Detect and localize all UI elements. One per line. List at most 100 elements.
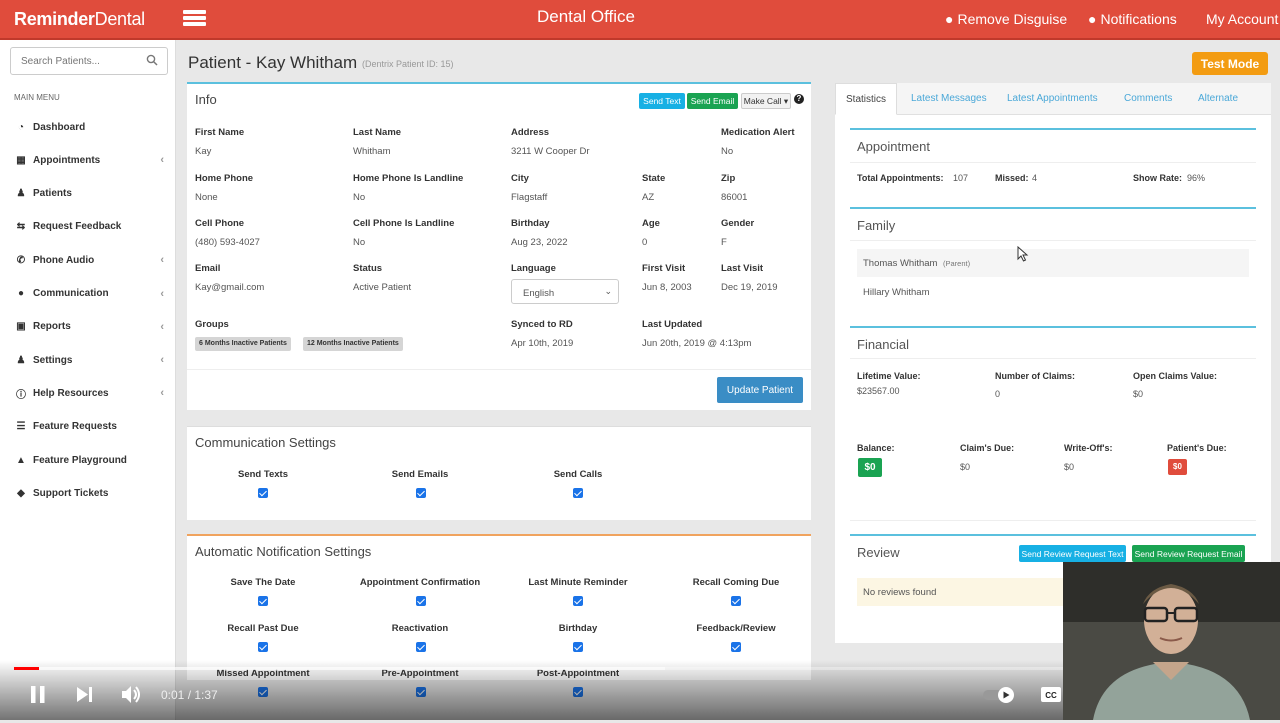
language-select-value: English: [523, 288, 555, 299]
family-row[interactable]: Thomas Whitham (Parent): [857, 249, 1249, 277]
sidebar-item-feature-playground[interactable]: ▲ Feature Playground: [0, 446, 176, 474]
send-emails-checkbox[interactable]: [416, 488, 426, 498]
notifications-link[interactable]: ● Notifications: [1088, 11, 1177, 27]
mouse-cursor-icon: [1017, 246, 1029, 262]
address-label: Address: [511, 127, 550, 138]
first-name-label: First Name: [195, 127, 245, 138]
group-tag: 12 Months Inactive Patients: [303, 337, 403, 351]
no-reviews-alert: No reviews found: [857, 578, 1067, 606]
help-icon[interactable]: ?: [794, 94, 804, 104]
notification-setting-checkbox[interactable]: [258, 596, 268, 606]
send-calls-label: Send Calls: [553, 469, 603, 480]
tab-statistics[interactable]: Statistics: [835, 83, 898, 115]
cell-landline-label: Cell Phone Is Landline: [353, 218, 455, 229]
gender-value: F: [721, 237, 727, 248]
test-mode-button[interactable]: Test Mode: [1192, 52, 1268, 75]
info-heading: Info: [195, 92, 217, 107]
groups-label: Groups: [195, 319, 229, 330]
office-name: Dental Office: [537, 7, 635, 26]
number-of-claims-label: Number of Claims:: [995, 371, 1076, 381]
captions-icon[interactable]: CC: [1040, 686, 1062, 703]
app-logo[interactable]: ReminderDental: [14, 9, 145, 30]
sidebar-item-support-tickets[interactable]: ◆ Support Tickets: [0, 479, 176, 507]
tab-comments[interactable]: Comments: [1124, 83, 1172, 115]
sidebar-item-label: Feature Requests: [33, 421, 117, 433]
family-member-name: Thomas Whitham: [863, 258, 938, 269]
divider: [850, 358, 1256, 359]
show-rate-value: 96%: [1187, 173, 1206, 183]
language-label: Language: [511, 263, 556, 274]
sidebar-item-dashboard[interactable]: ◔ Dashboard: [0, 113, 176, 141]
stats-tabs: Statistics Latest Messages Latest Appoin…: [835, 83, 1271, 115]
users-icon: ♟: [16, 188, 26, 200]
no-reviews-text: No reviews found: [863, 587, 937, 598]
send-email-button[interactable]: Send Email: [687, 93, 738, 109]
chevron-left-icon: ‹: [160, 354, 164, 367]
chevron-left-icon: ‹: [160, 154, 164, 167]
sidebar-item-label: Request Feedback: [33, 221, 122, 233]
send-review-text-button[interactable]: Send Review Request Text: [1019, 545, 1126, 562]
info-card: [187, 82, 811, 410]
sidebar-item-patients[interactable]: ♟ Patients: [0, 180, 176, 208]
volume-icon[interactable]: [121, 685, 143, 704]
medication-alert-label: Medication Alert: [721, 127, 795, 138]
sidebar-item-request-feedback[interactable]: ⇆ Request Feedback: [0, 213, 176, 241]
notification-setting-checkbox[interactable]: [573, 596, 583, 606]
family-member-name[interactable]: Hillary Whitham: [863, 287, 930, 298]
update-patient-button[interactable]: Update Patient: [717, 377, 803, 403]
send-texts-checkbox[interactable]: [258, 488, 268, 498]
notification-setting-checkbox[interactable]: [416, 641, 426, 652]
notification-setting-checkbox[interactable]: [258, 641, 268, 652]
sidebar-item-label: Reports: [33, 321, 71, 333]
user-icon: ♟: [16, 354, 26, 366]
menu-toggle-icon[interactable]: [183, 10, 206, 30]
video-progress-bar[interactable]: [14, 667, 40, 670]
search-icon[interactable]: [146, 54, 158, 66]
gender-label: Gender: [721, 218, 755, 229]
chevron-left-icon: ‹: [160, 254, 164, 267]
birthday-value: Aug 23, 2022: [511, 237, 568, 248]
sidebar-item-appointments[interactable]: ▦ Appointments ‹: [0, 146, 176, 174]
sidebar-item-settings[interactable]: ♟ Settings ‹: [0, 346, 176, 374]
my-account-link[interactable]: My Account: [1206, 11, 1278, 27]
next-video-icon[interactable]: [75, 686, 95, 703]
tab-latest-appointments[interactable]: Latest Appointments: [1007, 83, 1098, 115]
notification-setting-checkbox[interactable]: [573, 641, 583, 652]
total-appointments-label: Total Appointments:: [857, 173, 944, 183]
zip-value: 86001: [721, 192, 748, 203]
sidebar-item-reports[interactable]: ▣ Reports ‹: [0, 313, 176, 341]
notification-setting-checkbox[interactable]: [416, 596, 426, 606]
state-value: AZ: [642, 192, 655, 203]
group-tag: 6 Months Inactive Patients: [195, 337, 291, 351]
send-calls-checkbox[interactable]: [573, 488, 583, 498]
send-emails-label: Send Emails: [391, 469, 449, 480]
notification-setting-checkbox[interactable]: [731, 596, 741, 606]
notification-setting-checkbox[interactable]: [731, 641, 741, 652]
sidebar-item-communication[interactable]: ● Communication ‹: [0, 280, 176, 308]
search-patients-input[interactable]: [10, 47, 168, 75]
make-call-dropdown[interactable]: Make Call ▾: [741, 93, 791, 109]
home-landline-value: No: [353, 192, 366, 203]
sidebar-item-phone-audio[interactable]: ✆ Phone Audio ‹: [0, 246, 176, 274]
presenter-webcam: [1063, 562, 1280, 720]
missed-label: Missed:: [995, 173, 1029, 183]
comment-icon: ●: [1088, 11, 1097, 27]
send-text-button[interactable]: Send Text: [639, 93, 685, 109]
sidebar-item-help-resources[interactable]: ⓘ Help Resources ‹: [0, 379, 176, 407]
patients-due-badge: $0: [1168, 459, 1187, 475]
pause-icon[interactable]: [29, 685, 47, 704]
remove-disguise-link[interactable]: ● Remove Disguise: [945, 11, 1067, 27]
notification-setting-label: Recall Past Due: [227, 622, 299, 634]
sidebar-item-label: Communication: [33, 288, 109, 299]
phone-icon: ✆: [16, 254, 26, 266]
user-secret-icon: ●: [945, 11, 954, 27]
tab-latest-messages[interactable]: Latest Messages: [911, 83, 987, 115]
sidebar-item-label: Settings: [33, 354, 73, 366]
language-select[interactable]: English ⌄: [511, 279, 619, 304]
sidebar-item-label: Appointments: [33, 154, 101, 166]
sidebar-item-feature-requests[interactable]: ☰ Feature Requests: [0, 413, 176, 441]
divider: [850, 520, 1256, 521]
autoplay-toggle-icon[interactable]: [982, 686, 1018, 704]
send-review-email-button[interactable]: Send Review Request Email: [1132, 545, 1245, 562]
tab-alternate[interactable]: Alternate: [1198, 83, 1238, 115]
